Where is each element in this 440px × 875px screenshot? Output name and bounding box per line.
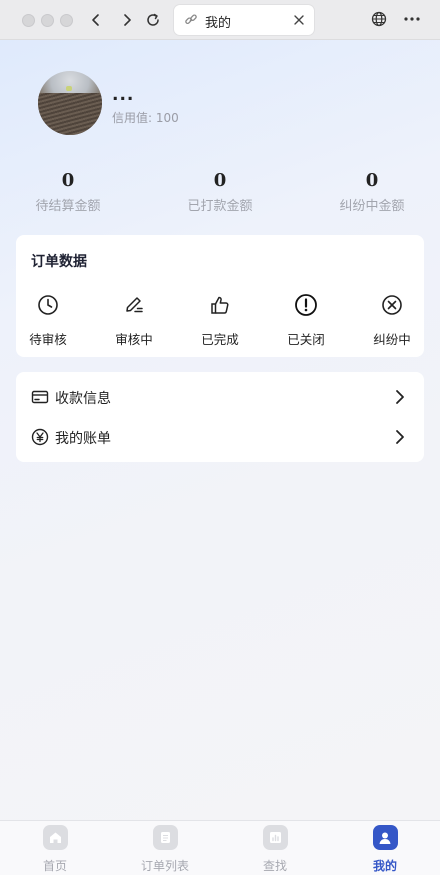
avatar-image xyxy=(38,93,102,135)
exclamation-circle-icon xyxy=(295,294,317,316)
credit-score: 信用值: 100 xyxy=(112,111,179,125)
link-icon xyxy=(185,14,197,25)
menu-item-label: 收款信息 xyxy=(55,391,111,407)
reload-button[interactable] xyxy=(141,8,165,32)
chevron-left-icon xyxy=(92,14,99,26)
menu-item-payment-info[interactable]: 收款信息 xyxy=(16,377,424,417)
chevron-right-icon xyxy=(396,390,404,404)
stat-label: 纠纷中金额 xyxy=(339,199,405,214)
chevron-right-icon xyxy=(396,430,404,444)
menu-card: 收款信息 我的账单 xyxy=(16,372,424,462)
order-item-label: 审核中 xyxy=(115,332,153,347)
edit-icon xyxy=(126,297,143,313)
order-closed[interactable]: 已关闭 xyxy=(274,293,338,348)
order-under-review[interactable]: 审核中 xyxy=(102,293,166,348)
tab-search[interactable]: 查找 xyxy=(235,825,315,874)
stat-label: 已打款金额 xyxy=(187,199,253,214)
order-item-label: 已关闭 xyxy=(287,332,325,347)
tab-title: 我的 xyxy=(205,16,232,31)
order-data-title: 订单数据 xyxy=(31,254,87,270)
reload-icon xyxy=(147,13,159,26)
more-button[interactable] xyxy=(402,10,422,32)
avatar[interactable] xyxy=(38,71,102,135)
chevron-right-icon xyxy=(124,14,131,26)
list-icon xyxy=(152,825,178,850)
tab-home[interactable]: 首页 xyxy=(15,825,95,874)
stat-disputed: 0 纠纷中金额 xyxy=(317,170,427,214)
tab-label: 首页 xyxy=(42,859,67,873)
back-button[interactable] xyxy=(84,8,108,32)
menu-item-my-bills[interactable]: 我的账单 xyxy=(16,417,424,457)
yen-circle-icon xyxy=(31,428,49,446)
stat-pending-settlement: 0 待结算金额 xyxy=(13,170,123,214)
order-disputed[interactable]: 纠纷中 xyxy=(360,293,424,348)
x-circle-icon xyxy=(382,295,402,315)
window-close-dot[interactable] xyxy=(22,14,35,27)
tab-order-list[interactable]: 订单列表 xyxy=(125,825,205,874)
order-item-label: 待审核 xyxy=(29,332,67,347)
menu-item-label: 我的账单 xyxy=(55,431,111,447)
order-item-label: 已完成 xyxy=(201,332,239,347)
thumbs-up-icon xyxy=(211,296,229,314)
tab-label: 订单列表 xyxy=(140,859,189,873)
tab-mine[interactable]: 我的 xyxy=(345,825,425,874)
tab-label: 查找 xyxy=(262,859,287,873)
stat-value: 0 xyxy=(61,170,75,191)
order-item-label: 纠纷中 xyxy=(373,332,411,347)
home-icon xyxy=(42,825,68,850)
window-maximize-dot[interactable] xyxy=(60,14,73,27)
stat-label: 待结算金额 xyxy=(35,199,101,214)
close-icon[interactable] xyxy=(292,13,306,27)
stat-paid: 0 已打款金额 xyxy=(165,170,275,214)
order-pending-review[interactable]: 待审核 xyxy=(16,293,80,348)
clock-icon xyxy=(38,295,58,315)
browser-tab[interactable]: 我的 xyxy=(174,5,314,35)
chart-icon xyxy=(262,825,288,850)
card-icon xyxy=(31,390,49,404)
profile-page: ... 信用值: 100 0 待结算金额 0 已打款金额 0 纠纷中金额 订单数… xyxy=(0,40,440,820)
username: ... xyxy=(112,85,135,105)
globe-icon xyxy=(371,11,387,27)
more-horizontal-icon xyxy=(404,17,420,21)
stat-value: 0 xyxy=(213,170,227,191)
globe-button[interactable] xyxy=(370,10,388,32)
forward-button[interactable] xyxy=(115,8,139,32)
tab-label: 我的 xyxy=(372,859,397,873)
window-minimize-dot[interactable] xyxy=(41,14,54,27)
stat-value: 0 xyxy=(365,170,379,191)
order-data-card: 订单数据 待审核 审核中 已完成 已关闭 纠纷中 xyxy=(16,235,424,357)
user-icon xyxy=(372,825,398,850)
order-completed[interactable]: 已完成 xyxy=(188,293,252,348)
browser-toolbar: 我的 xyxy=(0,0,440,40)
bottom-tab-bar: 首页 订单列表 查找 我的 xyxy=(0,820,440,875)
